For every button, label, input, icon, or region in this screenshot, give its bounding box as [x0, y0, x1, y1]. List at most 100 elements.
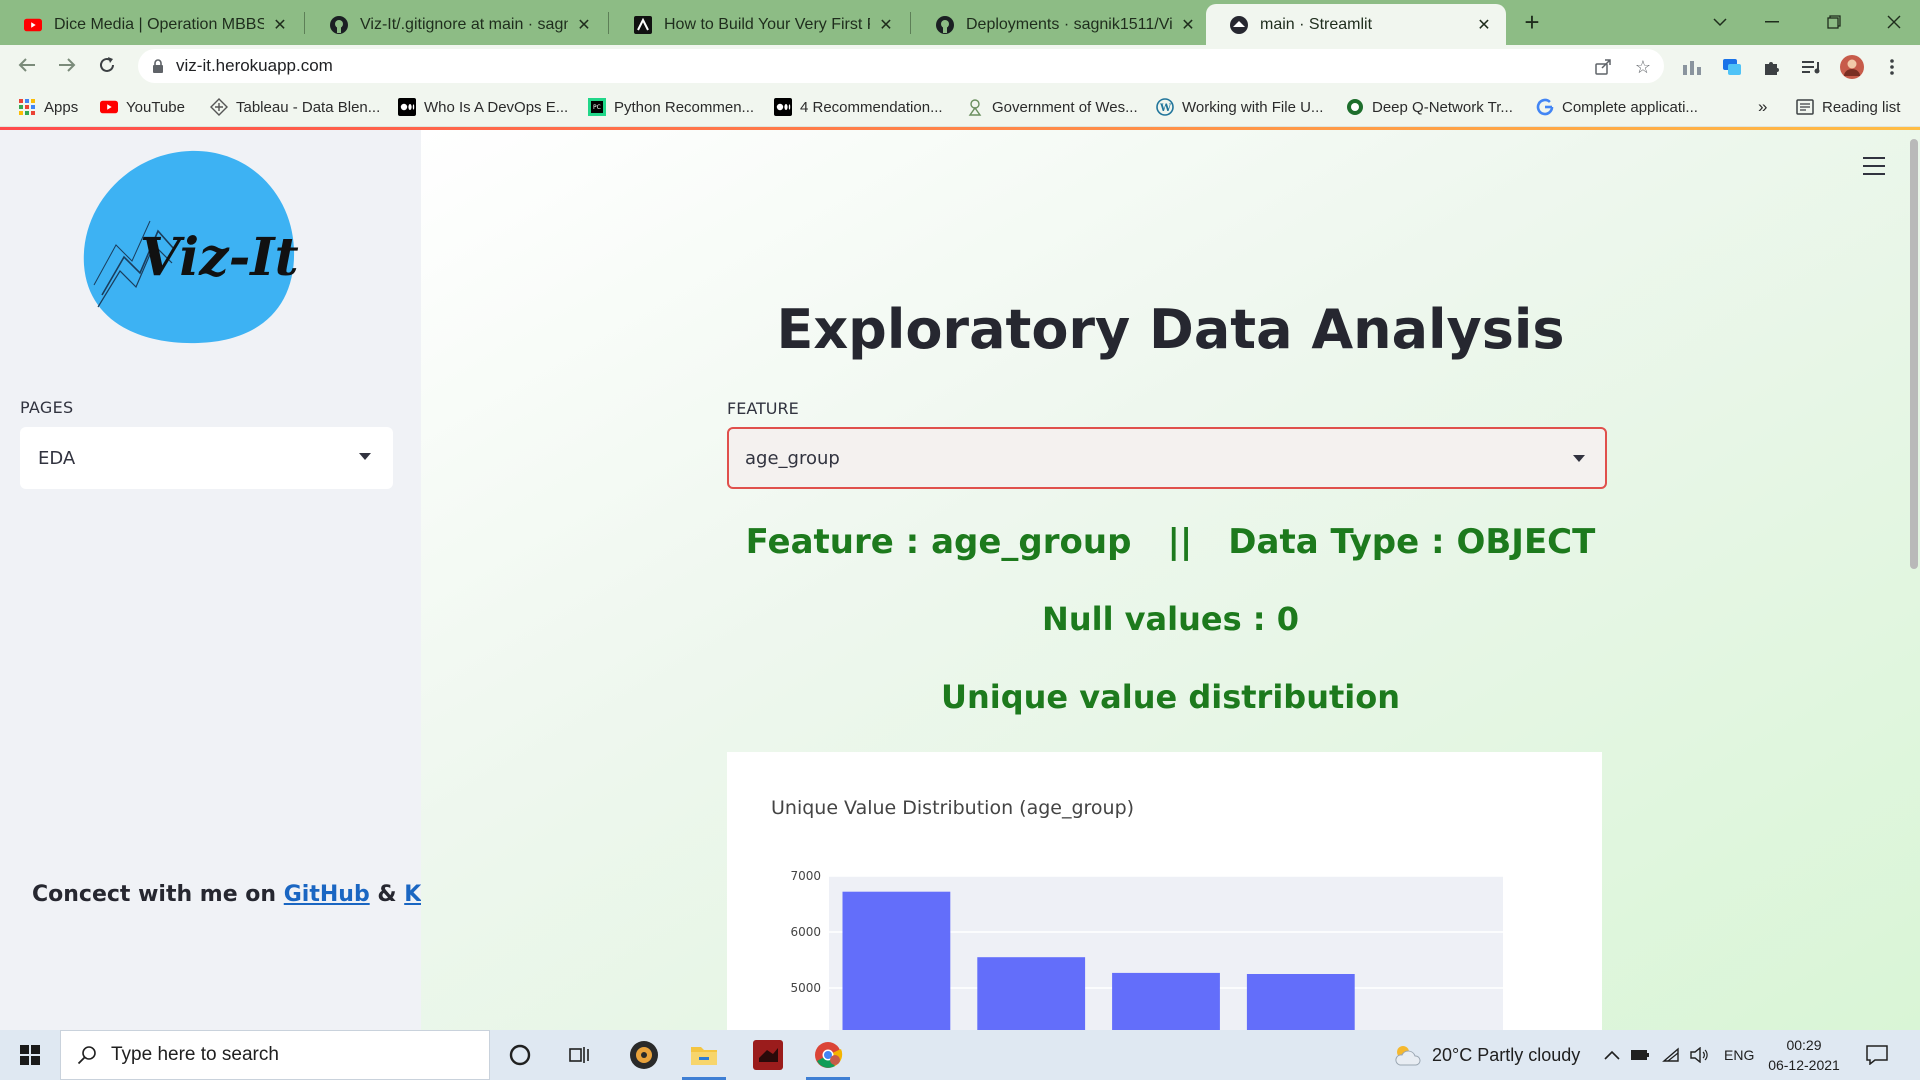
analytics-vidhya-icon [634, 15, 652, 34]
bookmark-item[interactable]: Apps [18, 95, 78, 119]
start-button[interactable] [0, 1030, 60, 1080]
notification-icon [1866, 1045, 1888, 1065]
more-vertical-icon[interactable] [1880, 55, 1904, 79]
page-select[interactable]: EDA [20, 427, 393, 489]
bookmark-item[interactable]: Government of Wes... [966, 95, 1138, 119]
more-bookmarks-button[interactable]: » [1758, 95, 1767, 119]
bookmark-item[interactable]: Tableau - Data Blen... [210, 95, 380, 119]
plus-icon: + [1524, 6, 1540, 37]
reload-icon [100, 57, 114, 72]
taskbar: Type here to search 20°C Partly cloudy E… [0, 1030, 1920, 1080]
caret-down-icon [359, 453, 371, 460]
task-view-button[interactable] [552, 1030, 608, 1080]
close-tab-icon[interactable]: ✕ [574, 15, 594, 35]
browser-tab[interactable]: How to Build Your Very First Pyth ✕ [610, 4, 908, 45]
back-button[interactable] [12, 50, 42, 80]
scroll-thumb[interactable] [1910, 139, 1918, 569]
apps-grid-icon [18, 98, 36, 116]
feature-name-text: Feature : age_group [745, 522, 1132, 562]
menu-icon[interactable] [1863, 157, 1885, 175]
new-tab-button[interactable]: + [1512, 6, 1552, 37]
show-hidden-icons-button[interactable] [1604, 1030, 1620, 1080]
bookmark-item[interactable]: Deep Q-Network Tr... [1346, 95, 1513, 119]
reading-list-label: Reading list [1822, 98, 1901, 116]
bar[interactable] [977, 957, 1086, 1030]
pages-label: PAGES [20, 398, 74, 417]
close-tab-icon[interactable]: ✕ [270, 15, 290, 35]
y-tick-label: 6000 [790, 925, 821, 939]
cortana-button[interactable] [492, 1030, 548, 1080]
red-app-icon [753, 1040, 783, 1070]
bookmark-item[interactable]: 4 Recommendation... [774, 95, 943, 119]
unique-heading: Unique value distribution [941, 678, 1400, 716]
bookmark-item[interactable]: Who Is A DevOps E... [398, 95, 568, 119]
app-button[interactable] [740, 1030, 796, 1080]
media-queue-icon[interactable] [1800, 55, 1824, 79]
share-icon[interactable] [1592, 56, 1614, 78]
close-window-button[interactable] [1874, 8, 1914, 36]
bookmark-item[interactable]: Complete applicati... [1536, 95, 1698, 119]
system-clock[interactable]: 00:29 06-12-2021 [1764, 1035, 1844, 1075]
medium-icon [398, 98, 416, 116]
minimize-icon [1765, 21, 1779, 23]
double-chevron-icon: » [1758, 97, 1768, 116]
leaf-icon [1346, 98, 1364, 116]
chrome-button[interactable] [800, 1030, 856, 1080]
wifi-status[interactable] [1662, 1030, 1682, 1080]
reload-button[interactable] [92, 50, 122, 80]
browser-tab[interactable]: Deployments · sagnik1511/Viz-It ✕ [912, 4, 1210, 45]
page-select-value: EDA [38, 447, 76, 469]
bookmark-item[interactable]: W Working with File U... [1156, 95, 1323, 119]
forward-button[interactable] [52, 50, 82, 80]
reading-list-button[interactable]: Reading list [1796, 95, 1900, 119]
search-icon [77, 1046, 96, 1065]
bookmark-item[interactable]: PC Python Recommen... [588, 95, 754, 119]
bookmark-item[interactable]: YouTube [100, 95, 185, 119]
null-values-text: Null values : 0 [1042, 600, 1299, 638]
y-tick-label: 5000 [790, 981, 821, 995]
page-scrollbar[interactable] [1908, 127, 1920, 1030]
bar[interactable] [1112, 972, 1220, 1030]
minimize-button[interactable] [1752, 8, 1792, 36]
puzzle-icon[interactable] [1760, 55, 1784, 79]
browser-tab-active[interactable]: main · Streamlit ✕ [1206, 4, 1506, 45]
close-tab-icon[interactable]: ✕ [876, 15, 896, 35]
file-explorer-button[interactable] [676, 1030, 732, 1080]
bar[interactable] [1246, 974, 1355, 1030]
browser-tab[interactable]: Viz-It/.gitignore at main · sagnik1 ✕ [306, 4, 606, 45]
battery-status[interactable] [1630, 1030, 1650, 1080]
y-tick-label: 7000 [790, 869, 821, 883]
extension-chart-icon[interactable] [1680, 55, 1704, 79]
volume-status[interactable] [1690, 1030, 1710, 1080]
star-icon[interactable]: ☆ [1632, 56, 1654, 78]
address-bar[interactable]: viz-it.herokuapp.com ☆ [138, 49, 1664, 83]
speaker-icon [1690, 1047, 1708, 1063]
google-icon [1536, 98, 1554, 116]
weather-widget[interactable]: 20°C Partly cloudy [1392, 1030, 1580, 1080]
tab-title: Viz-It/.gitignore at main · sagnik1 [360, 15, 568, 33]
language-indicator[interactable]: ENG [1724, 1030, 1754, 1080]
bar[interactable] [842, 891, 951, 1030]
avatar[interactable] [1840, 55, 1864, 79]
bookmark-label: Government of Wes... [992, 98, 1138, 116]
cast-icon[interactable] [1720, 55, 1744, 79]
search-placeholder: Type here to search [111, 1044, 279, 1065]
svg-text:W: W [1159, 103, 1172, 114]
taskbar-search[interactable]: Type here to search [60, 1030, 490, 1080]
github-link[interactable]: GitHub [284, 882, 370, 907]
restore-button[interactable] [1814, 8, 1854, 36]
media-player-icon [630, 1041, 658, 1069]
feature-select[interactable]: age_group [727, 427, 1607, 489]
close-tab-icon[interactable]: ✕ [1178, 15, 1198, 35]
bar-chart: 4000500060007000 [790, 869, 1503, 1030]
tab-search-button[interactable] [1700, 8, 1740, 36]
sidebar: Viz-It! PAGES EDA Concect with me on Git… [0, 130, 490, 1030]
bookmark-label: Working with File U... [1182, 98, 1324, 116]
media-app-button[interactable] [616, 1030, 672, 1080]
browser-toolbar: viz-it.herokuapp.com ☆ [0, 45, 1920, 86]
browser-tab[interactable]: Dice Media | Operation MBBS | W ✕ [0, 4, 302, 45]
caret-down-icon [1573, 455, 1585, 462]
close-tab-icon[interactable]: ✕ [1474, 15, 1494, 35]
separator: || [1167, 522, 1193, 562]
notifications-button[interactable] [1866, 1030, 1888, 1080]
